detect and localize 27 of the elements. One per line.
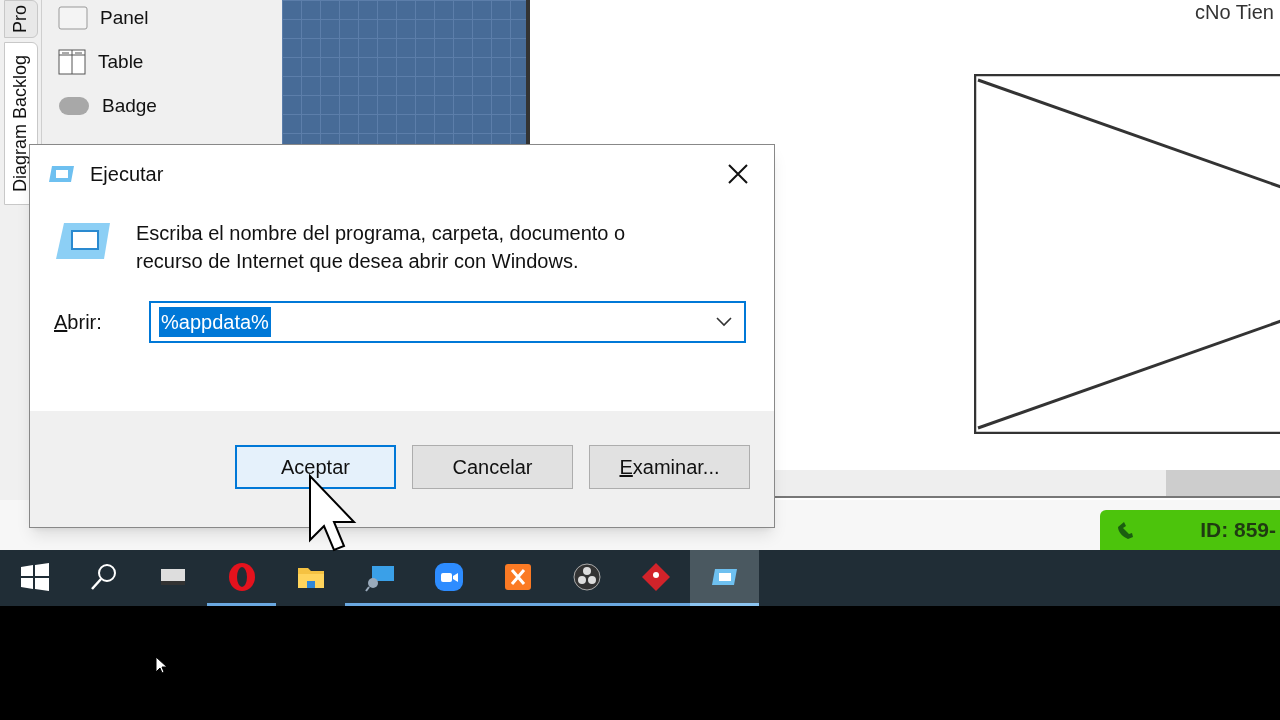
badge-icon — [58, 96, 90, 116]
video-camera-icon — [432, 560, 465, 593]
close-icon — [728, 164, 748, 184]
dialog-button[interactable]: Cancelar — [412, 445, 573, 489]
command-combobox[interactable]: %appdata% — [149, 301, 746, 343]
mouse-cursor-icon — [155, 656, 167, 675]
field-value: %appdata% — [159, 307, 271, 337]
side-tab[interactable]: Diagram Backlog — [3, 42, 38, 206]
canvas-heading: cNo Tien — [1195, 2, 1274, 22]
obs-circle-icon — [570, 560, 603, 593]
panel-icon — [58, 6, 88, 30]
dialog-title: Ejecutar — [90, 162, 164, 187]
side-tab[interactable]: Pro — [3, 0, 38, 38]
dialog-button[interactable]: Examinar... — [589, 445, 750, 489]
phone-icon — [1116, 521, 1134, 539]
palette-item-label[interactable]: Table — [98, 47, 144, 77]
table-icon — [58, 49, 86, 75]
scrollbar-thumb[interactable] — [1166, 470, 1280, 496]
palette-item-label[interactable]: Badge — [102, 91, 157, 121]
dialog-button[interactable]: Aceptar — [235, 445, 396, 489]
field-label: Abrir: — [54, 310, 103, 335]
dropdown-caret-icon — [716, 317, 732, 327]
badge-id-text: ID: 859- — [1200, 517, 1276, 544]
windows-logo-icon — [18, 560, 51, 593]
palette-item-label[interactable]: Panel — [100, 3, 149, 33]
taskbar-button[interactable] — [690, 550, 759, 606]
dialog-message: Escriba el nombre del programa, carpeta, documento o recurso de Internet que desea abrir con Windows. — [136, 221, 627, 274]
